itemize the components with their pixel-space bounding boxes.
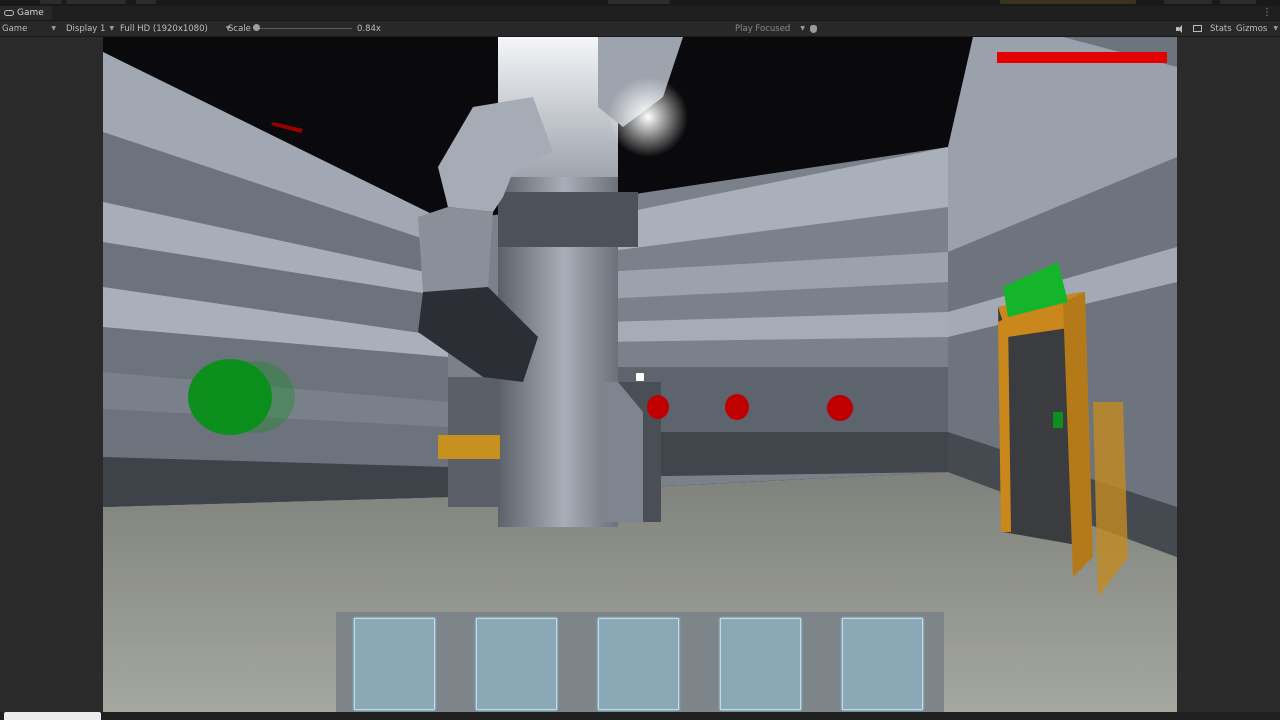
game-view-letterbox-left <box>0 37 103 720</box>
play-mode-label: Play Focused <box>735 23 791 34</box>
more-options-icon[interactable]: ⋮ <box>1262 7 1272 19</box>
stats-button[interactable]: Stats <box>1210 21 1232 36</box>
stats-icon <box>1193 25 1202 32</box>
hotbar-slot-2[interactable] <box>476 618 557 710</box>
status-bar <box>0 712 1280 720</box>
scale-value: 0.84x <box>357 23 381 34</box>
chevron-down-icon: ▼ <box>1273 25 1278 32</box>
hotbar-slot-5[interactable] <box>842 618 923 710</box>
speaker-icon <box>1176 24 1185 33</box>
inventory-hotbar <box>336 612 944 720</box>
mute-audio-toggle[interactable] <box>1176 21 1185 36</box>
play-mode-dropdown[interactable]: Play Focused ▼ <box>735 21 805 36</box>
status-chip[interactable] <box>4 712 101 720</box>
view-mode-label: Game <box>2 23 28 34</box>
scale-label: Scale <box>228 23 251 34</box>
chevron-down-icon: ▼ <box>800 25 805 32</box>
crosshair <box>636 373 644 381</box>
health-bar-fill <box>997 52 1167 63</box>
bug-icon <box>810 24 817 33</box>
debug-toggle[interactable] <box>810 21 817 36</box>
scale-slider-track[interactable] <box>256 28 352 29</box>
tab-game[interactable]: Game <box>0 6 52 20</box>
resolution-label: Full HD (1920x1080) <box>120 23 208 34</box>
chevron-down-icon: ▼ <box>109 25 115 32</box>
game-view-toolbar: Game ▼ Display 1 ▼ Full HD (1920x1080) ▼… <box>0 21 1280 37</box>
display-dropdown[interactable]: Display 1 ▼ <box>66 21 114 36</box>
tab-title: Game <box>17 8 44 18</box>
game-view-letterbox-right <box>1177 37 1280 720</box>
resolution-dropdown[interactable]: Full HD (1920x1080) ▼ <box>120 21 230 36</box>
hotbar-slot-1[interactable] <box>354 618 435 710</box>
window-tab-bar: Game ⋮ <box>0 6 1280 21</box>
chevron-down-icon: ▼ <box>51 25 56 32</box>
health-bar <box>997 52 1167 63</box>
hotbar-slot-3[interactable] <box>598 618 679 710</box>
hotbar-slot-4[interactable] <box>720 618 801 710</box>
display-label: Display 1 <box>66 23 106 34</box>
scale-slider-handle[interactable] <box>253 24 260 31</box>
game-viewport[interactable] <box>103 37 1177 720</box>
view-mode-dropdown[interactable]: Game ▼ <box>2 21 56 36</box>
gizmos-button[interactable]: Gizmos ▼ <box>1236 21 1278 36</box>
gizmos-label: Gizmos <box>1236 23 1268 34</box>
stats-layout-toggle[interactable] <box>1193 21 1202 36</box>
gamepad-icon <box>4 10 14 16</box>
